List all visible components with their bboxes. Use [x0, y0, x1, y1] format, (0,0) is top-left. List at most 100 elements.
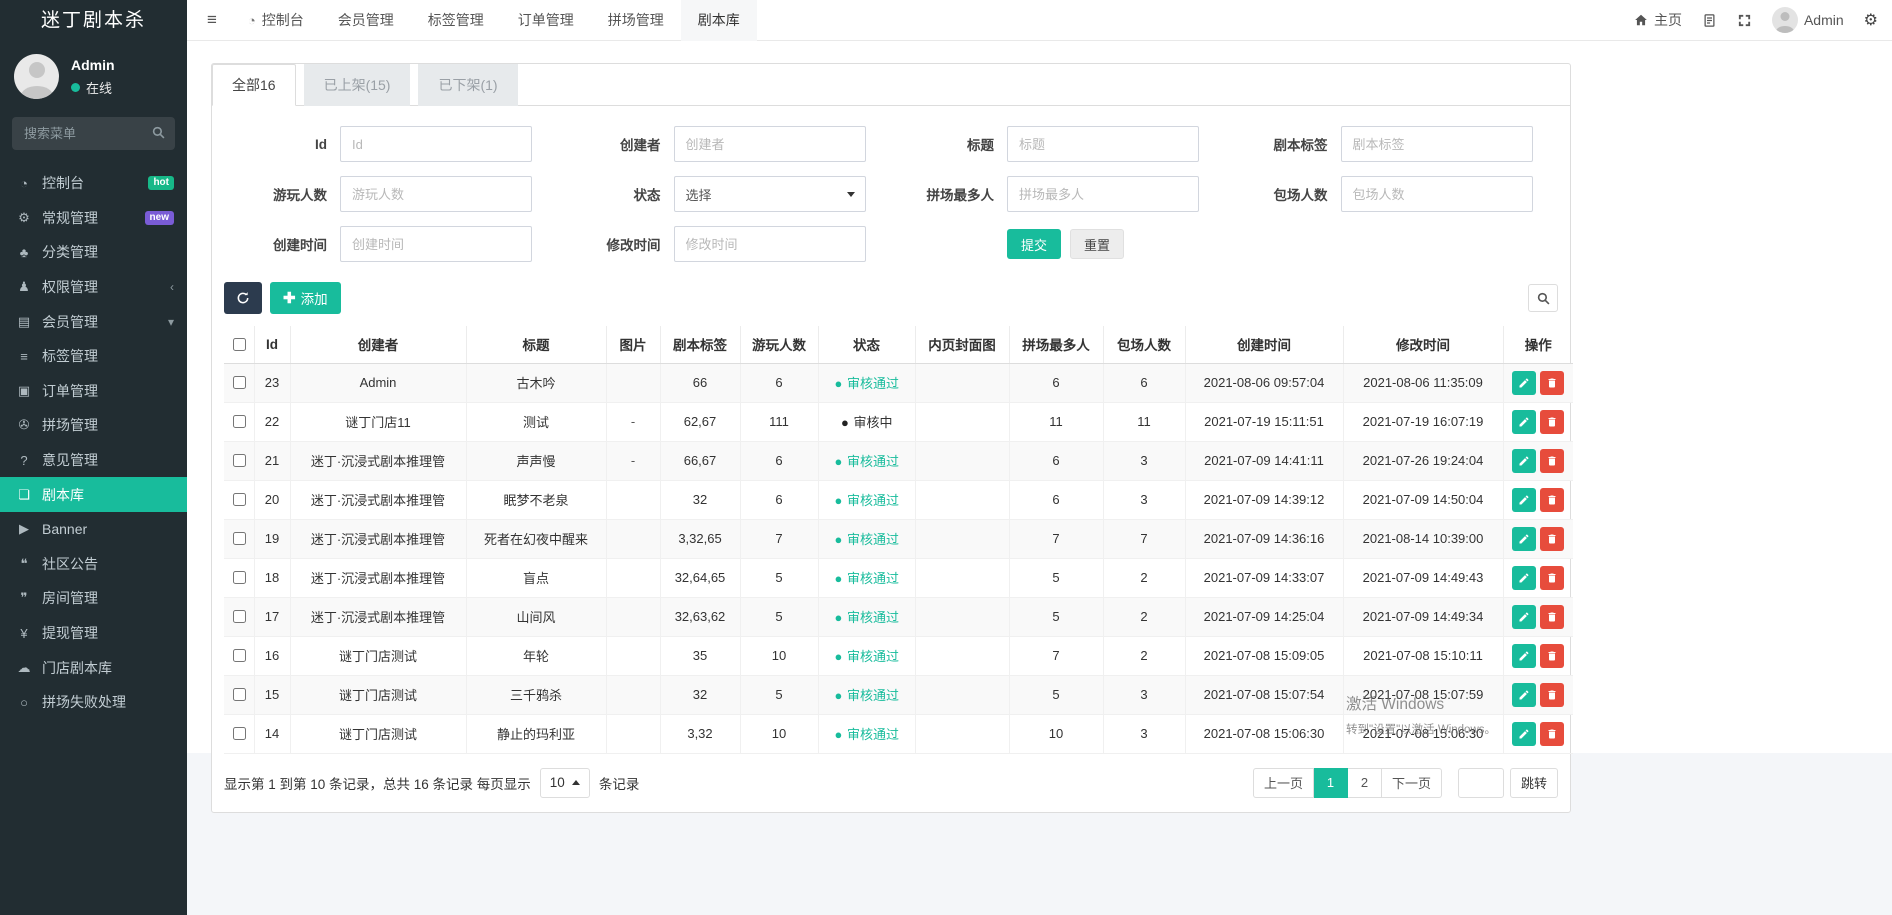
edit-button[interactable] [1512, 449, 1536, 473]
filter-input-created-at[interactable] [340, 226, 532, 262]
row-checkbox[interactable] [233, 688, 246, 701]
filter-input-script-tag[interactable] [1341, 126, 1533, 162]
delete-button[interactable] [1540, 488, 1564, 512]
sidebar-search-input[interactable] [12, 117, 175, 150]
topbar-user[interactable]: Admin [1772, 7, 1844, 33]
page-button-1[interactable]: 1 [1314, 768, 1348, 798]
sidebar-item-room[interactable]: ❞房间管理 [0, 581, 187, 616]
filter-input-players[interactable] [340, 176, 532, 212]
cell-creator: 迷丁·沉浸式剧本推理管 [290, 441, 466, 480]
delete-button[interactable] [1540, 371, 1564, 395]
page-size-select[interactable]: 10 [540, 768, 590, 798]
edit-button[interactable] [1512, 683, 1536, 707]
select-all-checkbox[interactable] [233, 338, 246, 351]
topnav-order[interactable]: 订单管理 [501, 0, 591, 41]
page-button-2[interactable]: 2 [1348, 768, 1382, 798]
row-checkbox[interactable] [233, 610, 246, 623]
home-link[interactable]: 主页 [1634, 10, 1682, 30]
delete-button[interactable] [1540, 644, 1564, 668]
topnav-pinchang[interactable]: 拼场管理 [591, 0, 681, 41]
sidebar-item-general[interactable]: ⚙常规管理new [0, 201, 187, 236]
cell-inner-cover [915, 558, 1009, 597]
filter-input-title[interactable] [1007, 126, 1199, 162]
status-dot: ● [834, 610, 843, 621]
row-checkbox[interactable] [233, 532, 246, 545]
sidebar-item-pinchang[interactable]: ✇拼场管理 [0, 408, 187, 443]
sidebar-item-tag[interactable]: ≡标签管理 [0, 339, 187, 374]
filter-input-updated-at[interactable] [674, 226, 866, 262]
add-button[interactable]: ✚ 添加 [270, 282, 341, 314]
tab-on-shelf[interactable]: 已上架(15) [304, 64, 411, 106]
row-checkbox[interactable] [233, 415, 246, 428]
filter-select-status[interactable]: 选择 [674, 176, 866, 212]
delete-button[interactable] [1540, 605, 1564, 629]
sidebar-item-community[interactable]: ❝社区公告 [0, 547, 187, 582]
edit-button[interactable] [1512, 371, 1536, 395]
jump-page-input[interactable] [1458, 768, 1504, 798]
jump-button[interactable]: 跳转 [1510, 768, 1558, 798]
cell-updated-at: 2021-07-09 14:49:34 [1343, 597, 1503, 636]
users-icon: ♟ [13, 279, 35, 295]
search-icon[interactable] [152, 126, 165, 139]
refresh-button[interactable] [224, 282, 262, 314]
avatar [14, 54, 59, 99]
next-page-button[interactable]: 下一页 [1382, 768, 1442, 798]
sidebar-item-order[interactable]: ▣订单管理 [0, 374, 187, 409]
edit-button[interactable] [1512, 527, 1536, 551]
delete-button[interactable] [1540, 722, 1564, 746]
delete-button[interactable] [1540, 527, 1564, 551]
filter-input-private-num[interactable] [1341, 176, 1533, 212]
filter-input-id[interactable] [340, 126, 532, 162]
sidebar-toggle-icon[interactable]: ≡ [193, 10, 231, 30]
sidebar-item-withdraw[interactable]: ¥提现管理 [0, 616, 187, 651]
topnav-tag[interactable]: 标签管理 [411, 0, 501, 41]
prev-page-button[interactable]: 上一页 [1253, 768, 1314, 798]
tab-off-shelf[interactable]: 已下架(1) [418, 64, 517, 106]
row-checkbox[interactable] [233, 454, 246, 467]
fullscreen-icon[interactable] [1737, 13, 1752, 28]
row-checkbox[interactable] [233, 571, 246, 584]
edit-button[interactable] [1512, 644, 1536, 668]
sidebar-item-script-lib[interactable]: ❏剧本库 [0, 477, 187, 512]
filter-input-creator[interactable] [674, 126, 866, 162]
edit-button[interactable] [1512, 605, 1536, 629]
row-checkbox[interactable] [233, 493, 246, 506]
clear-cache-icon[interactable] [1702, 13, 1717, 28]
topnav-label: 会员管理 [338, 10, 394, 30]
cell-created-at: 2021-07-08 15:09:05 [1185, 636, 1343, 675]
row-checkbox[interactable] [233, 727, 246, 740]
cell-image: - [606, 441, 660, 480]
delete-button[interactable] [1540, 566, 1564, 590]
cell-image [606, 597, 660, 636]
sidebar-item-category[interactable]: ♣分类管理 [0, 235, 187, 270]
sidebar-item-banner[interactable]: ▶Banner [0, 512, 187, 547]
topnav-dashboard[interactable]: ◔控制台 [231, 0, 321, 41]
edit-button[interactable] [1512, 488, 1536, 512]
delete-button[interactable] [1540, 410, 1564, 434]
filter-input-max-players[interactable] [1007, 176, 1199, 212]
table-search-toggle-button[interactable] [1528, 284, 1558, 312]
row-checkbox[interactable] [233, 649, 246, 662]
cell-players: 5 [740, 558, 818, 597]
topnav-member[interactable]: 会员管理 [321, 0, 411, 41]
delete-button[interactable] [1540, 683, 1564, 707]
edit-button[interactable] [1512, 722, 1536, 746]
edit-button[interactable] [1512, 410, 1536, 434]
row-checkbox[interactable] [233, 376, 246, 389]
reset-button[interactable]: 重置 [1070, 229, 1124, 259]
sidebar-item-permission[interactable]: ♟权限管理‹ [0, 270, 187, 305]
edit-button[interactable] [1512, 566, 1536, 590]
sidebar-item-store-script[interactable]: ☁门店剧本库 [0, 650, 187, 685]
topnav-script-lib[interactable]: 剧本库 [681, 0, 757, 41]
sidebar-item-dashboard[interactable]: ◔控制台hot [0, 166, 187, 201]
cell-max-players: 6 [1009, 480, 1103, 519]
delete-button[interactable] [1540, 449, 1564, 473]
filter-label-private-num: 包场人数 [1225, 184, 1341, 204]
tab-all[interactable]: 全部16 [212, 64, 296, 106]
cell-max-players: 6 [1009, 363, 1103, 402]
sidebar-item-member[interactable]: ▤会员管理▾ [0, 304, 187, 339]
sidebar-item-feedback[interactable]: ?意见管理 [0, 443, 187, 478]
submit-button[interactable]: 提交 [1007, 229, 1061, 259]
sidebar-item-pinchang-fail[interactable]: ○拼场失败处理 [0, 685, 187, 720]
settings-gear-icon[interactable]: ⚙ [1864, 10, 1878, 30]
